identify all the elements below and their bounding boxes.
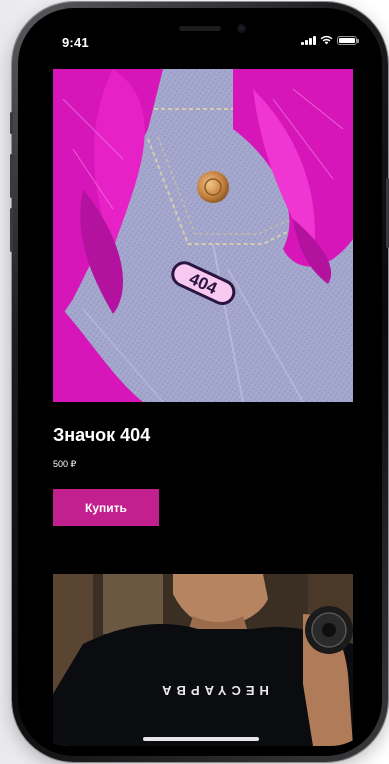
product-price: 500 ₽: [53, 459, 77, 469]
status-bar: 9:41: [25, 18, 375, 62]
wifi-icon: [320, 35, 333, 45]
status-icons: [301, 35, 359, 45]
volume-up-button: [10, 154, 13, 198]
status-time: 9:41: [62, 35, 89, 50]
next-product-image[interactable]: HECYAPBA: [53, 574, 353, 746]
shirt-text: HECYAPBA: [157, 683, 269, 698]
buy-button[interactable]: Купить: [53, 489, 159, 526]
product-photo: 404: [53, 69, 353, 402]
signal-icon: [301, 35, 316, 45]
notch: [111, 18, 289, 48]
battery-icon: [337, 35, 359, 45]
product-title: Значок 404: [53, 425, 151, 445]
speaker-grille: [179, 26, 221, 31]
phone-screen: 9:41 404 Значок 404 500 ₽ Купить HECYAPB…: [25, 18, 375, 746]
next-product-photo: HECYAPBA: [53, 574, 353, 746]
silent-switch: [10, 112, 13, 134]
product-image[interactable]: 404: [53, 69, 353, 402]
home-indicator[interactable]: [143, 737, 259, 741]
volume-down-button: [10, 208, 13, 252]
front-camera: [237, 24, 246, 33]
